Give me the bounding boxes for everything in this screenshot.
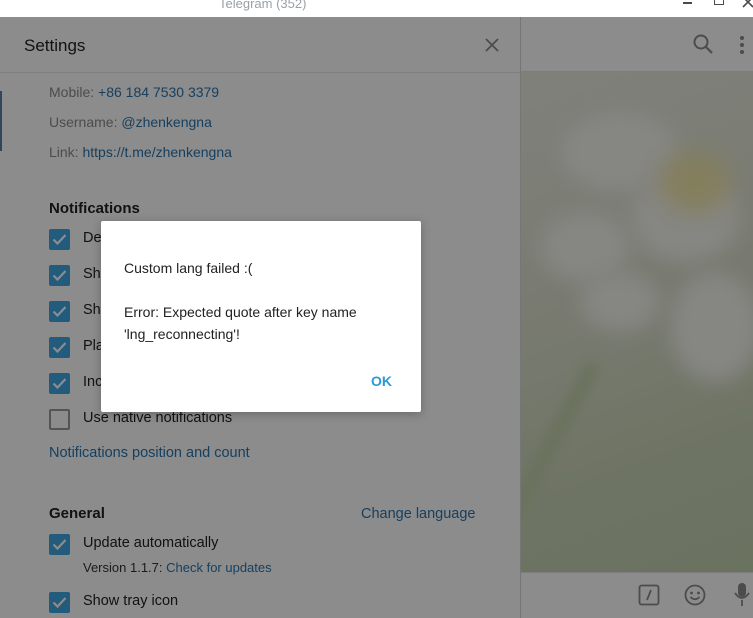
close-icon <box>742 0 753 8</box>
dialog-error-line1: Error: Expected quote after key name <box>124 304 357 320</box>
maximize-button[interactable] <box>712 0 726 11</box>
dialog-message-title: Custom lang failed :( <box>124 260 253 276</box>
dialog-error-line2: 'lng_reconnecting'! <box>124 326 240 342</box>
ok-button[interactable]: OK <box>371 373 392 389</box>
window-title: Telegram (352) <box>219 0 307 11</box>
error-dialog: Custom lang failed :( Error: Expected qu… <box>101 221 421 412</box>
title-bar: Telegram (352) <box>0 0 753 17</box>
close-window-button[interactable] <box>741 0 753 11</box>
minimize-button[interactable] <box>681 0 695 11</box>
